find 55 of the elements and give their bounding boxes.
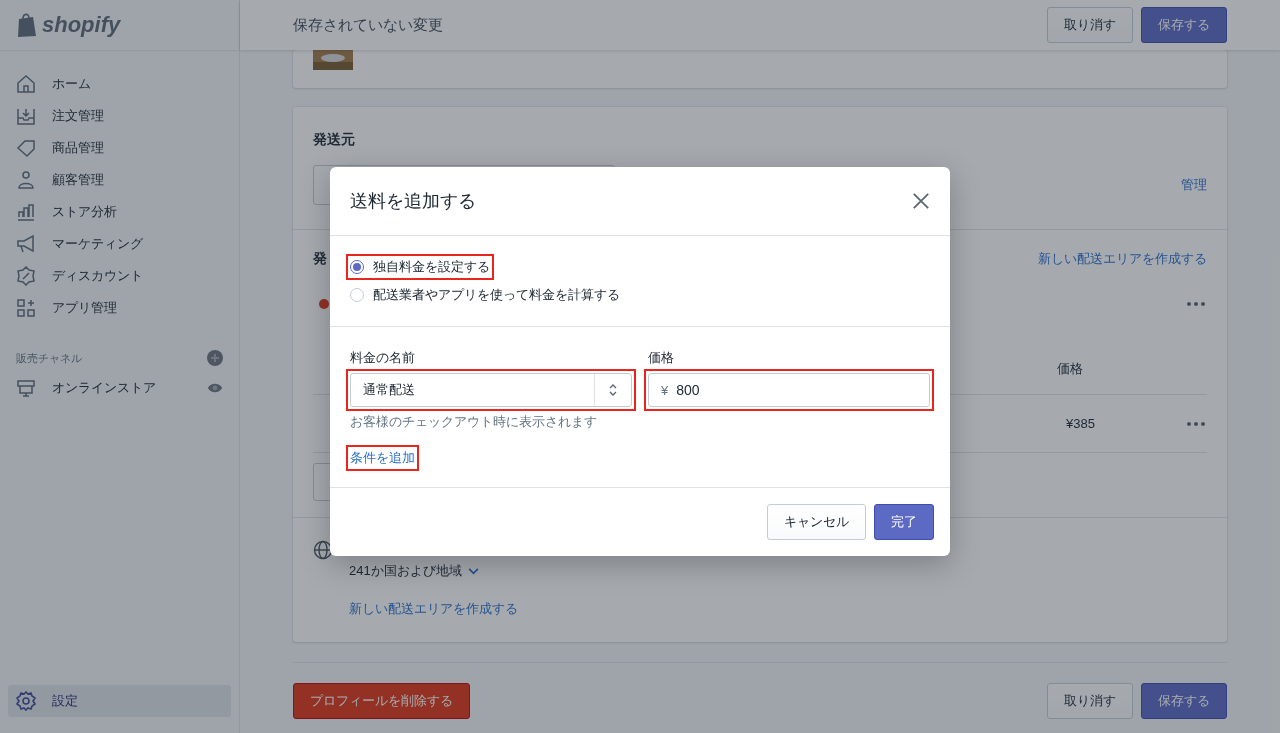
home-icon: [16, 74, 36, 94]
tag-icon: [16, 138, 36, 158]
nav-item[interactable]: 商品管理: [8, 132, 231, 164]
shopping-bag-icon: [16, 12, 38, 38]
card-heading: 発送元: [313, 131, 356, 149]
topbar-button[interactable]: 保存する: [1141, 7, 1227, 43]
manage-link[interactable]: 管理: [1181, 176, 1207, 194]
delete-profile-button[interactable]: プロフィールを削除する: [293, 683, 470, 719]
apps-icon: [16, 298, 36, 318]
field-label: 料金の名前: [350, 349, 416, 367]
nav-item[interactable]: ディスカウント: [8, 260, 231, 292]
nav-item[interactable]: 注文管理: [8, 100, 231, 132]
page-title: 保存されていない変更: [293, 15, 443, 35]
nav-item[interactable]: ストア分析: [8, 196, 231, 228]
modal-button[interactable]: キャンセル: [767, 504, 866, 540]
close-icon[interactable]: [912, 192, 930, 210]
inbox-icon: [16, 106, 36, 126]
modal-title: 送料を追加する: [350, 190, 476, 213]
section-heading: 販売チャネル: [16, 350, 82, 366]
create-zone-link[interactable]: 新しい配送エリアを作成する: [349, 600, 518, 618]
footer-button[interactable]: 取り消す: [1047, 683, 1133, 719]
logo-text: shopify: [42, 12, 121, 38]
settings-item[interactable]: 設定: [8, 685, 231, 717]
section-heading: 発: [313, 250, 327, 268]
person-icon: [16, 170, 36, 190]
chart-icon: [16, 202, 36, 222]
chevron-down-icon: [467, 567, 479, 575]
nav-item[interactable]: ホーム: [8, 68, 231, 100]
table-cell: ¥385: [1066, 416, 1095, 431]
store-icon: [16, 378, 36, 398]
nav-item[interactable]: アプリ管理: [8, 292, 231, 324]
column-header: 価格: [1057, 360, 1083, 378]
channel-item[interactable]: オンラインストア: [8, 372, 231, 404]
megaphone-icon: [16, 234, 36, 254]
price-field[interactable]: ¥ 800: [648, 373, 930, 407]
modal-button[interactable]: 完了: [874, 504, 934, 540]
sort-icon: [609, 384, 617, 396]
add-icon[interactable]: [207, 350, 223, 366]
nav-item[interactable]: 顧客管理: [8, 164, 231, 196]
region-count[interactable]: 241か国および地域: [349, 562, 518, 580]
discount-icon: [16, 266, 36, 286]
radio-option[interactable]: 独自料金を設定する: [350, 258, 490, 276]
radio-option[interactable]: 配送業者やアプリを使って料金を計算する: [350, 286, 620, 304]
globe-icon: [313, 540, 333, 560]
settings-icon: [16, 691, 36, 711]
add-condition-link[interactable]: 条件を追加: [350, 450, 415, 465]
topbar-button[interactable]: 取り消す: [1047, 7, 1133, 43]
footer-button[interactable]: 保存する: [1141, 683, 1227, 719]
field-label: 価格: [648, 349, 675, 367]
create-zone-link[interactable]: 新しい配送エリアを作成する: [1038, 250, 1207, 268]
status-dot: [319, 299, 329, 309]
nav-item[interactable]: マーケティング: [8, 228, 231, 260]
help-text: お客様のチェックアウト時に表示されます: [350, 413, 598, 431]
eye-icon[interactable]: [207, 382, 223, 394]
rate-name-select[interactable]: 通常配送: [350, 373, 632, 407]
